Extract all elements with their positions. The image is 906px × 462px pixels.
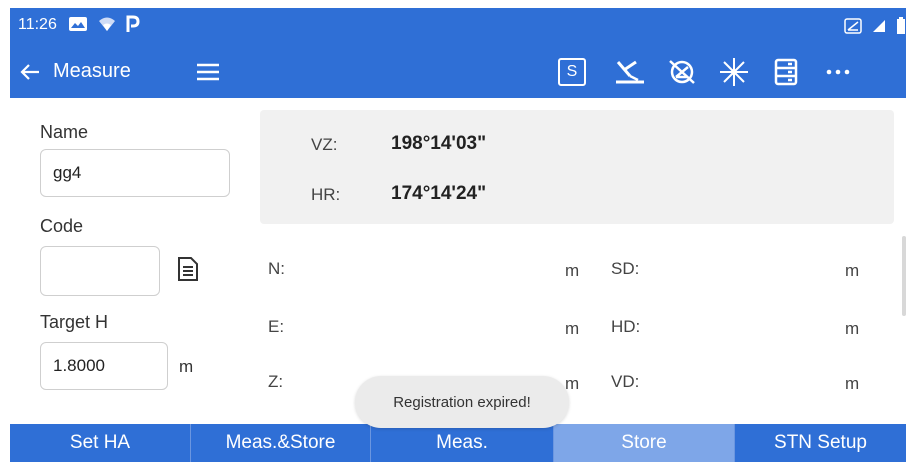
meas-button[interactable]: Meas. (371, 424, 554, 462)
code-input[interactable] (40, 246, 160, 296)
target-h-label: Target H (40, 312, 109, 332)
vz-value: 198°14'03" (391, 133, 487, 154)
name-value: gg4 (53, 163, 82, 182)
sim-icon (844, 18, 862, 34)
toast-message: Registration expired! (355, 376, 569, 428)
star-burst-button[interactable] (718, 56, 750, 88)
meas-store-label: Meas.&Store (225, 432, 336, 453)
n-label: N: (268, 259, 285, 278)
battery-icon (896, 17, 906, 35)
hamburger-icon (197, 63, 219, 81)
toast-text: Registration expired! (393, 393, 531, 411)
name-label: Name (40, 122, 89, 142)
vz-label: VZ: (311, 135, 338, 154)
status-icons-right (844, 17, 906, 35)
device-screen: 11:26 Measure S Name gg4 Code Target H 1… (10, 8, 906, 462)
wifi-icon (98, 16, 116, 32)
e-label: E: (268, 317, 285, 336)
hr-label: HR: (311, 185, 341, 204)
status-icons-left (68, 15, 140, 33)
n-unit: m (565, 261, 580, 280)
target-h-unit: m (179, 357, 194, 376)
stn-setup-label: STN Setup (774, 432, 867, 453)
document-icon (178, 257, 198, 281)
status-time: 11:26 (18, 16, 57, 33)
target-h-input[interactable]: 1.8000 (40, 342, 168, 390)
toolbar-tools: S (558, 56, 874, 88)
store-label: Store (621, 432, 667, 453)
data-list-button[interactable] (770, 56, 802, 88)
hr-value: 174°14'24" (391, 183, 487, 204)
stn-setup-button[interactable]: STN Setup (735, 424, 906, 462)
toolbar: Measure S (10, 46, 906, 98)
signal-icon (872, 19, 886, 33)
vd-unit: m (845, 374, 860, 393)
back-arrow-icon (20, 64, 39, 80)
gallery-icon (68, 16, 88, 32)
vd-label: VD: (611, 372, 640, 391)
set-ha-label: Set HA (69, 432, 131, 453)
store-button[interactable]: Store (554, 424, 735, 462)
e-unit: m (565, 319, 580, 338)
meas-store-button[interactable]: Meas.&Store (191, 424, 371, 462)
more-icon (826, 69, 850, 75)
page-title: Measure (53, 60, 131, 82)
parking-icon (126, 15, 140, 33)
back-button[interactable] (16, 58, 44, 86)
hd-unit: m (845, 319, 860, 338)
hd-label: HD: (611, 317, 641, 336)
star-burst-icon (720, 58, 748, 86)
code-label: Code (40, 216, 84, 236)
set-ha-button[interactable]: Set HA (10, 424, 191, 462)
laser-plummet-button[interactable] (614, 56, 646, 88)
menu-button[interactable] (195, 60, 221, 84)
s-mode-button[interactable]: S (558, 58, 586, 86)
s-mode-icon: S (566, 63, 578, 80)
meas-label: Meas. (436, 432, 488, 453)
angle-panel: VZ: 198°14'03" HR: 174°14'24" (260, 110, 894, 224)
no-prism-button[interactable] (666, 56, 698, 88)
z-label: Z: (268, 372, 284, 391)
data-list-icon (774, 58, 798, 86)
z-unit: m (565, 374, 580, 393)
name-input[interactable]: gg4 (40, 149, 230, 197)
more-button[interactable] (822, 56, 854, 88)
laser-plummet-icon (616, 60, 644, 84)
status-bar: 11:26 (10, 8, 906, 46)
code-list-button[interactable] (176, 256, 200, 282)
sd-label: SD: (611, 259, 640, 278)
no-prism-icon (669, 60, 695, 84)
bottom-action-bar: Set HA Meas.&Store Meas. Store STN Setup (10, 424, 906, 462)
target-h-value: 1.8000 (53, 356, 105, 375)
scrollbar[interactable] (902, 236, 906, 316)
sd-unit: m (845, 261, 860, 280)
